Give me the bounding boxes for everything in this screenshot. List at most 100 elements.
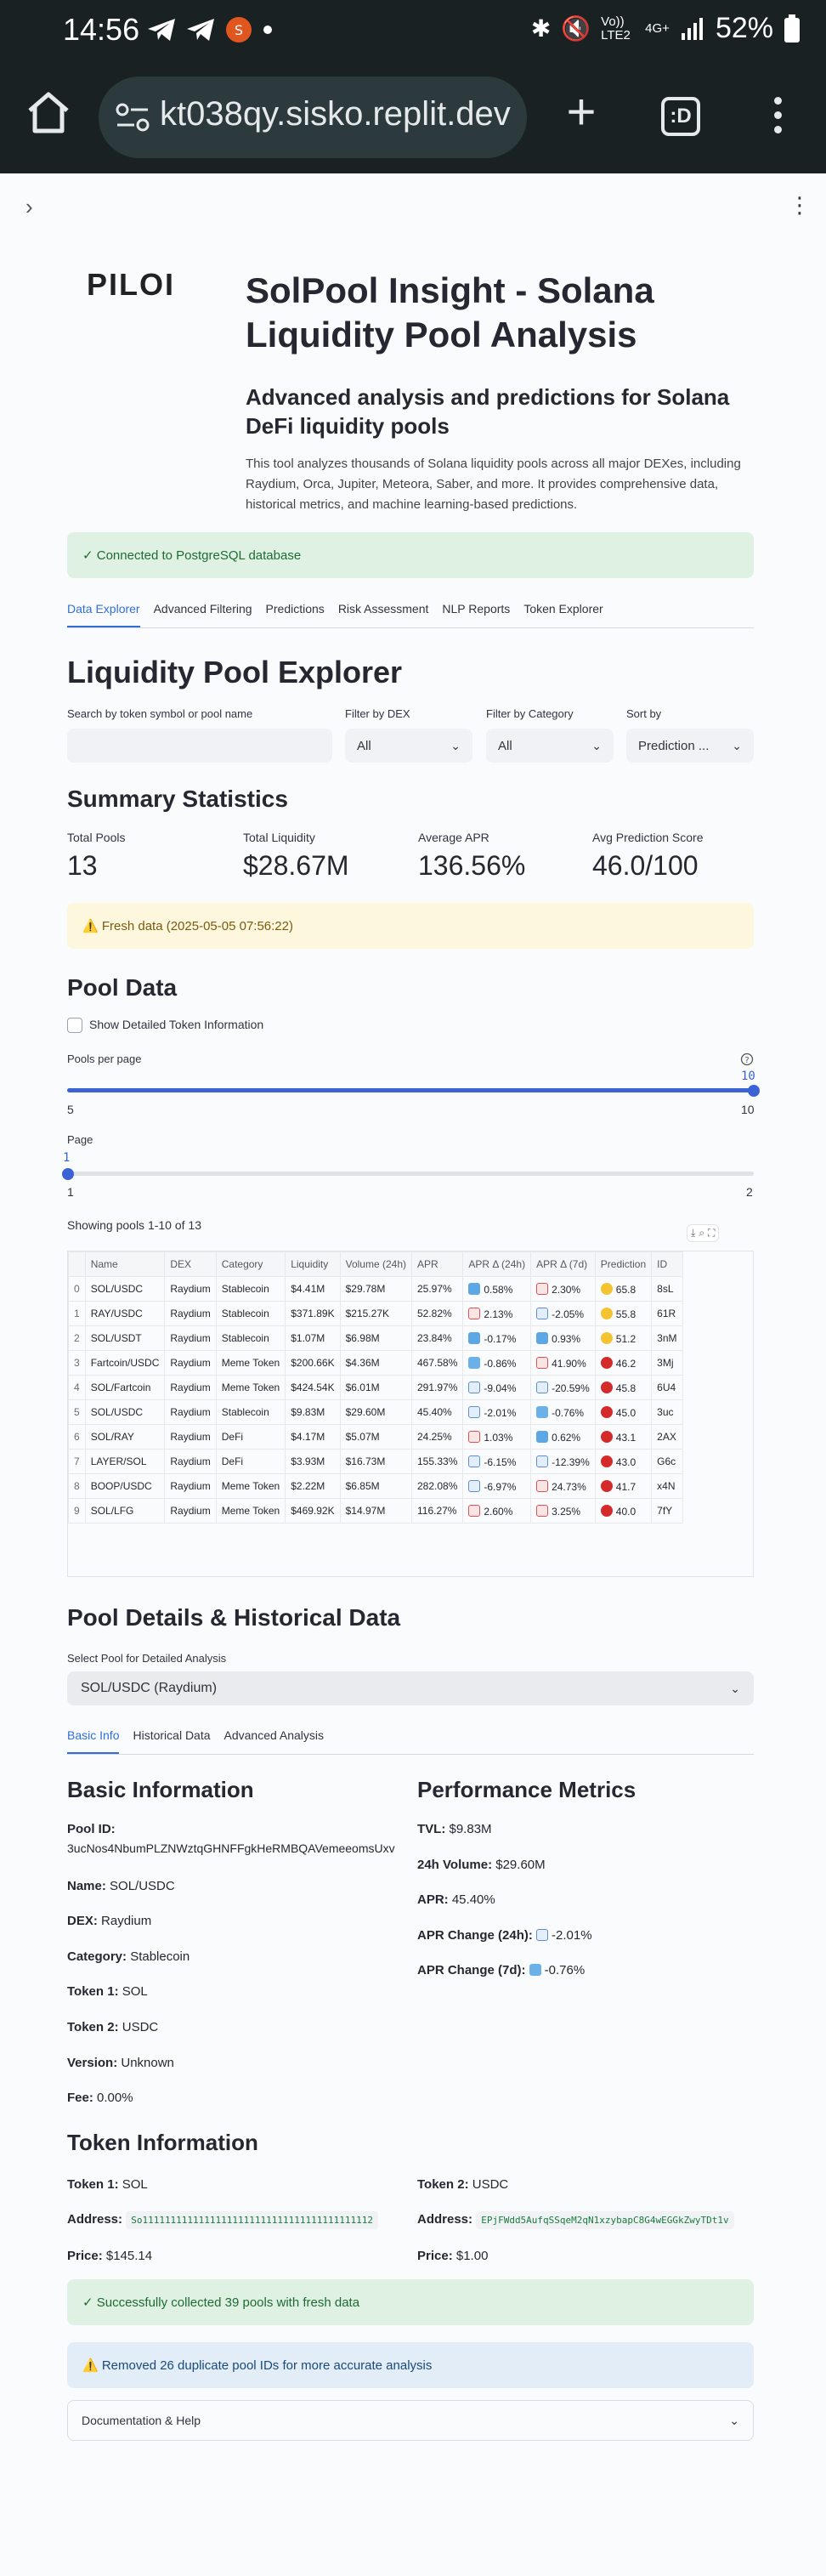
pool-select[interactable]: SOL/USDC (Raydium) ⌄ xyxy=(67,1671,754,1705)
pool-volume-cell: $6.85M xyxy=(339,1473,412,1499)
tab-switcher-button[interactable]: :D xyxy=(661,97,700,136)
row-index: 0 xyxy=(74,1283,80,1295)
tab-advanced-filtering[interactable]: Advanced Filtering xyxy=(154,602,252,627)
pool-name: SOL/Fartcoin xyxy=(90,1382,151,1393)
table-row[interactable]: 7 LAYER/SOL Raydium DeFi $3.93M $16.73M 155.33… xyxy=(68,1449,683,1474)
pool-id-value: 3ucNos4NbumPLZNWztqGHNFFgkHeRMBQAVemeeom… xyxy=(67,1841,395,1855)
row-index-cell: 7 xyxy=(68,1449,86,1474)
column-header[interactable]: Prediction xyxy=(594,1251,653,1277)
page-slider-handle[interactable] xyxy=(62,1168,74,1180)
column-header[interactable]: Name xyxy=(84,1251,166,1277)
tab-historical-data[interactable]: Historical Data xyxy=(133,1728,210,1754)
tab-risk-assessment[interactable]: Risk Assessment xyxy=(338,602,429,627)
t1-price-label: Price: xyxy=(67,2249,103,2263)
pool-category: Stablecoin xyxy=(221,1332,269,1344)
category-filter-select[interactable]: All ⌄ xyxy=(486,729,614,763)
version-value: Unknown xyxy=(121,2056,174,2070)
sort-select[interactable]: Prediction ... ⌄ xyxy=(626,729,754,763)
pool-apr-cell: 25.97% xyxy=(410,1276,464,1302)
tab-data-explorer[interactable]: Data Explorer xyxy=(67,602,140,627)
apr-change-7d: 2.30% xyxy=(552,1283,581,1296)
app-menu-icon[interactable]: ⋮ xyxy=(789,192,811,218)
tab-advanced-analysis[interactable]: Advanced Analysis xyxy=(224,1728,325,1754)
pool-id-cell: 7fY xyxy=(651,1498,683,1523)
table-row[interactable]: 6 SOL/RAY Raydium DeFi $4.17M $5.07M 24.25% 1.0… xyxy=(68,1424,683,1450)
column-header[interactable]: ID xyxy=(651,1251,683,1277)
metric-label: Total Liquidity xyxy=(243,831,315,844)
pool-id: 2AX xyxy=(657,1431,676,1443)
pool-dex: Raydium xyxy=(170,1382,211,1393)
column-header[interactable] xyxy=(68,1251,86,1277)
column-header[interactable]: Volume (24h) xyxy=(339,1251,412,1277)
per-page-slider-handle[interactable] xyxy=(748,1085,760,1097)
column-header[interactable]: APR xyxy=(410,1251,464,1277)
site-settings-icon[interactable] xyxy=(116,102,150,133)
pool-category: Meme Token xyxy=(221,1382,280,1393)
table-row[interactable]: 4 SOL/Fartcoin Raydium Meme Token $424.54K $6… xyxy=(68,1375,683,1400)
new-tab-icon[interactable]: + xyxy=(557,87,605,138)
pool-data-title: Pool Data xyxy=(67,974,178,1001)
row-index: 6 xyxy=(74,1431,80,1443)
url-text[interactable]: kt038qy.sisko.replit.dev xyxy=(160,95,511,133)
tab-token-explorer[interactable]: Token Explorer xyxy=(523,602,603,627)
column-header[interactable]: APR Δ (24h) xyxy=(462,1251,532,1277)
row-index: 1 xyxy=(74,1308,80,1319)
category-filter-label: Filter by Category xyxy=(486,707,574,720)
page-title: SolPool Insight - Solana Liquidity Pool … xyxy=(246,270,654,355)
download-icon[interactable]: ⤓ xyxy=(691,1227,695,1240)
table-row[interactable]: 1 RAY/USDC Raydium Stablecoin $371.89K $215.2… xyxy=(68,1301,683,1326)
pool-apr: 24.25% xyxy=(416,1431,452,1443)
detailed-token-checkbox[interactable] xyxy=(67,1018,82,1033)
t2-price-row: Price: $1.00 xyxy=(417,2249,488,2263)
column-header[interactable]: Category xyxy=(215,1251,286,1277)
pool-dex-cell: Raydium xyxy=(164,1350,217,1376)
search-icon[interactable]: ⌕ xyxy=(699,1227,704,1240)
trend-down-icon xyxy=(536,1381,549,1393)
apr-change-7d-cell: -20.59% xyxy=(530,1375,596,1400)
table-row[interactable]: 9 SOL/LFG Raydium Meme Token $469.92K $14.97M… xyxy=(68,1498,683,1523)
tab-nlp-reports[interactable]: NLP Reports xyxy=(442,602,510,627)
browser-menu-icon[interactable] xyxy=(765,94,790,141)
column-header[interactable]: DEX xyxy=(164,1251,217,1277)
table-row[interactable]: 5 SOL/USDC Raydium Stablecoin $9.83M $29.60M 4… xyxy=(68,1399,683,1425)
pool-liquidity: $424.54K xyxy=(291,1382,335,1393)
fullscreen-icon[interactable]: ⛶ xyxy=(708,1227,715,1240)
documentation-expander[interactable]: Documentation & Help ⌄ xyxy=(67,2400,754,2441)
apr7-label: APR Change (7d): xyxy=(417,1963,526,1977)
dex-filter-select[interactable]: All ⌄ xyxy=(345,729,472,763)
pool-liquidity: $3.93M xyxy=(291,1455,325,1467)
home-icon[interactable] xyxy=(25,90,71,136)
performance-title: Performance Metrics xyxy=(417,1777,636,1802)
pool-dex-cell: Raydium xyxy=(164,1399,217,1425)
telegram-icon xyxy=(148,19,175,41)
url-bar[interactable]: kt038qy.sisko.replit.dev xyxy=(99,77,527,158)
yellow-circle-icon xyxy=(600,1331,613,1344)
trend-up-icon xyxy=(536,1356,549,1369)
fee-row: Fee: 0.00% xyxy=(67,2091,133,2105)
table-row[interactable]: 8 BOOP/USDC Raydium Meme Token $2.22M $6.85M 2… xyxy=(68,1473,683,1499)
table-row[interactable]: 3 Fartcoin/USDC Raydium Meme Token $200.66K $… xyxy=(68,1350,683,1376)
search-input[interactable] xyxy=(67,729,332,763)
apr-change-24h-cell: -0.86% xyxy=(462,1350,532,1376)
tab-basic-info[interactable]: Basic Info xyxy=(67,1728,120,1754)
tab-predictions[interactable]: Predictions xyxy=(266,602,325,627)
network-label: Vo)) LTE2 xyxy=(601,14,631,43)
apr-label: APR: xyxy=(417,1892,449,1907)
pool-liquidity-cell: $469.92K xyxy=(285,1498,341,1523)
status-time: 14:56 xyxy=(63,12,140,47)
detail-tabs: Basic Info Historical Data Advanced Anal… xyxy=(67,1728,754,1755)
table-row[interactable]: 2 SOL/USDT Raydium Stablecoin $1.07M $6.98M 23… xyxy=(68,1325,683,1351)
sidebar-expand-icon[interactable]: › xyxy=(25,194,33,220)
token1-value: SOL xyxy=(122,1984,148,1999)
pool-id-cell: x4N xyxy=(651,1473,683,1499)
pool-name: SOL/RAY xyxy=(90,1431,134,1443)
t1-value: SOL xyxy=(122,2177,148,2192)
pool-name-cell: SOL/USDT xyxy=(84,1325,166,1351)
apr7-row: APR Change (7d): -0.76% xyxy=(417,1963,585,1977)
apr-change-24h-cell: -0.17% xyxy=(462,1325,532,1351)
help-icon[interactable]: ? xyxy=(740,1053,754,1066)
table-row[interactable]: 0 SOL/USDC Raydium Stablecoin $4.41M $29.78M 2… xyxy=(68,1276,683,1302)
prediction-score: 43.0 xyxy=(615,1455,636,1468)
column-header[interactable]: Liquidity xyxy=(285,1251,341,1277)
column-header[interactable]: APR Δ (7d) xyxy=(530,1251,596,1277)
